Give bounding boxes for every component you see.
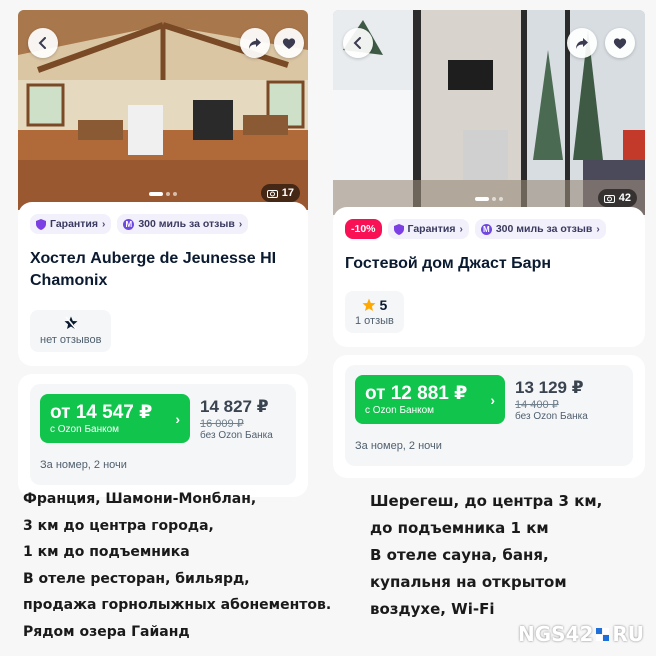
share-button[interactable] [567, 28, 597, 58]
share-icon [249, 37, 261, 49]
watermark-left: NGS42 [517, 622, 594, 646]
ozon-bank-label: с Ozon Банком [365, 405, 435, 416]
caption-line: до подъемника 1 км [370, 519, 549, 537]
favorite-button[interactable] [605, 28, 635, 58]
heart-icon [282, 37, 296, 49]
back-button[interactable] [28, 28, 58, 58]
reviews-count: 1 отзыв [355, 315, 394, 327]
listing-title[interactable]: Гостевой дом Джаст Барн [345, 253, 633, 275]
regular-price: 14 827 ₽ 16 009 ₽ без Ozon Банка [200, 397, 273, 441]
watermark-square-icon [596, 627, 610, 641]
chevron-right-icon: › [459, 223, 463, 235]
price-without-ozon: 13 129 ₽ [515, 377, 584, 397]
ozon-price: от 12 881 ₽ [365, 383, 468, 404]
listing-title[interactable]: Хостел Auberge de Jeunesse HI Chamonix [30, 248, 296, 292]
caption-line: Рядом озера Гайанд [23, 623, 190, 640]
photo-count-badge: 17 [260, 184, 300, 202]
ozon-bank-price-button[interactable]: от 12 881 ₽ с Ozon Банком › [355, 375, 505, 424]
caption-line: Франция, Шамони-Монблан, [23, 491, 257, 507]
price-card: от 14 547 ₽ с Ozon Банком › 14 827 ₽ 16 … [18, 374, 308, 497]
price-card: от 12 881 ₽ с Ozon Банком › 13 129 ₽ 14 … [333, 355, 645, 478]
caption-line: воздухе, Wi-Fi [370, 600, 495, 618]
ngs42-watermark: NGS42 RU [518, 622, 644, 646]
photo-count: 42 [618, 192, 631, 204]
shield-icon [393, 223, 404, 235]
per-room-nights: За номер, 2 ночи [40, 459, 127, 471]
photo-pagination [149, 192, 177, 196]
miles-badge[interactable]: M 300 миль за отзыв › [474, 219, 606, 239]
caption-line: В отеле сауна, баня, [370, 546, 549, 564]
caption-line: 1 км до подъемника [23, 544, 190, 560]
no-rating-star-icon [64, 316, 78, 330]
camera-icon [266, 189, 278, 198]
listing-info: Гарантия › M 300 миль за отзыв › Хостел … [18, 202, 308, 366]
ozon-bank-label: с Ozon Банком [50, 424, 120, 435]
miles-label: 300 миль за отзыв [138, 218, 235, 230]
chevron-left-icon [38, 37, 46, 49]
ozon-price: от 14 547 ₽ [50, 402, 153, 423]
guarantee-badge[interactable]: Гарантия › [30, 214, 112, 234]
chevron-right-icon: › [238, 218, 243, 230]
reviews-count: нет отзывов [40, 334, 102, 346]
listing-photo[interactable]: 42 [333, 10, 645, 215]
listing-card-guesthouse[interactable]: 42 -10% Гарантия › M 300 миль за отзыв ›… [333, 10, 645, 478]
reviews-box[interactable]: 5 1 отзыв [345, 291, 404, 333]
hostel-description: Франция, Шамони-Монблан, 3 км до центра … [23, 486, 331, 645]
guesthouse-interior-photo [333, 10, 645, 215]
regular-price: 13 129 ₽ 14 400 ₽ без Ozon Банка [515, 378, 588, 422]
listing-card-hostel[interactable]: 17 Гарантия › M 300 миль за отзыв › Хост… [18, 10, 308, 497]
miles-icon: M [480, 223, 492, 235]
old-price: 16 009 ₽ [200, 417, 244, 430]
listing-info: -10% Гарантия › M 300 миль за отзыв › Го… [333, 207, 645, 347]
miles-label: 300 миль за отзыв [495, 223, 593, 235]
chevron-right-icon: › [101, 218, 106, 230]
guarantee-label: Гарантия [407, 223, 456, 235]
discount-badge: -10% [345, 219, 382, 239]
guarantee-label: Гарантия [50, 218, 98, 230]
photo-count: 17 [281, 187, 294, 199]
price-without-ozon: 14 827 ₽ [200, 396, 269, 416]
guarantee-badge[interactable]: Гарантия › [387, 219, 469, 239]
shield-icon [36, 218, 46, 230]
chevron-right-icon: › [596, 223, 600, 235]
without-ozon-label: без Ozon Банка [200, 429, 273, 441]
caption-line: В отеле ресторан, бильярд, [23, 570, 250, 587]
ozon-bank-price-button[interactable]: от 14 547 ₽ с Ozon Банком › [40, 394, 190, 443]
per-room-nights: За номер, 2 ночи [355, 440, 442, 452]
caption-line: 3 км до центра города, [23, 517, 214, 534]
guesthouse-description: Шерегеш, до центра 3 км, до подъемника 1… [370, 488, 602, 623]
heart-icon [613, 37, 627, 49]
photo-pagination [475, 197, 503, 201]
reviews-box[interactable]: нет отзывов [30, 310, 112, 352]
miles-icon: M [123, 218, 135, 230]
old-price: 14 400 ₽ [515, 398, 559, 411]
chevron-right-icon: › [490, 391, 495, 408]
back-button[interactable] [343, 28, 373, 58]
chevron-right-icon: › [175, 410, 180, 427]
caption-line: продажа горнолыжных абонементов. [23, 597, 332, 613]
camera-icon [603, 194, 615, 203]
share-icon [576, 37, 588, 49]
star-icon [362, 298, 376, 311]
watermark-right: RU [612, 622, 644, 646]
share-button[interactable] [240, 28, 270, 58]
photo-count-badge: 42 [597, 189, 637, 207]
without-ozon-label: без Ozon Банка [515, 410, 588, 422]
caption-line: купальня на открытом [370, 573, 567, 591]
listing-photo[interactable]: 17 [18, 10, 308, 210]
rating-value: 5 [379, 297, 388, 313]
caption-line: Шерегеш, до центра 3 км, [370, 492, 603, 510]
miles-badge[interactable]: M 300 миль за отзыв › [117, 214, 249, 234]
favorite-button[interactable] [274, 28, 304, 58]
chevron-left-icon [353, 37, 361, 49]
